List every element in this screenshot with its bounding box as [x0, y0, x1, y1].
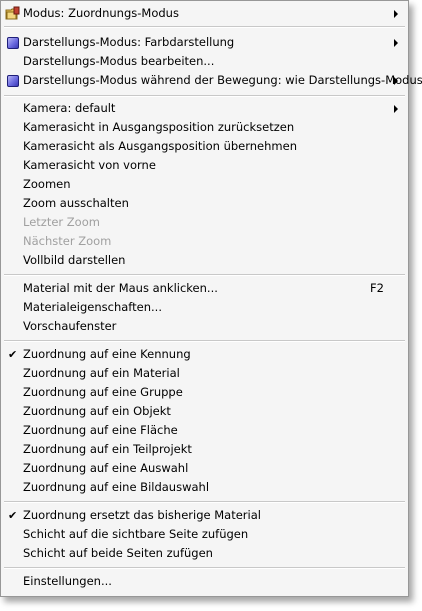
menu-item-kamera[interactable]: Kamera: default [2, 99, 407, 118]
menu-item-label: Schicht auf die sichtbare Seite zufügen [23, 527, 249, 541]
menu-item-label: Zuordnung auf ein Teilprojekt [23, 442, 192, 456]
submenu-arrow-icon [394, 39, 398, 47]
menu-item-zuordnung-kennung[interactable]: ✔ Zuordnung auf eine Kennung [2, 345, 407, 364]
blue-cube-icon [7, 37, 19, 49]
menu-item-label: Darstellungs-Modus: Farbdarstellung [23, 35, 235, 49]
menu-item-label: Darstellungs-Modus bearbeiten... [23, 54, 215, 68]
checkmark-icon: ✔ [8, 348, 18, 361]
menu-item-label: Kamerasicht von vorne [23, 158, 156, 172]
menu-item-zoomen[interactable]: Zoomen [2, 175, 407, 194]
menu-item-modus[interactable]: Modus: Zuordnungs-Modus [2, 4, 407, 23]
shortcut-label: F2 [370, 281, 384, 295]
menu-item-schicht-beide[interactable]: Schicht auf beide Seiten zufügen [2, 544, 407, 563]
menu-item-label: Materialeigenschaften... [23, 300, 162, 314]
menu-item-label: Material mit der Maus anklicken... [23, 281, 218, 295]
menu-item-kamera-uebernehmen[interactable]: Kamerasicht als Ausgangsposition überneh… [2, 137, 407, 156]
menu-item-label: Zuordnung auf ein Material [23, 366, 180, 380]
context-menu: Modus: Zuordnungs-Modus Darstellungs-Mod… [0, 0, 422, 597]
menu-item-schicht-sichtbar[interactable]: Schicht auf die sichtbare Seite zufügen [2, 525, 407, 544]
menu-item-label: Letzter Zoom [23, 215, 100, 229]
submenu-arrow-icon [394, 105, 398, 113]
submenu-arrow-icon [394, 77, 398, 85]
menu-separator [4, 567, 405, 569]
menu-separator [4, 501, 405, 503]
menu-item-zuordnung-auswahl[interactable]: Zuordnung auf eine Auswahl [2, 459, 407, 478]
menu-item-darstellungs-bearbeiten[interactable]: Darstellungs-Modus bearbeiten... [2, 52, 407, 71]
menu-item-label: Zoomen [23, 177, 71, 191]
menu-item-zuordnung-gruppe[interactable]: Zuordnung auf eine Gruppe [2, 383, 407, 402]
menu-item-label: Nächster Zoom [23, 234, 112, 248]
checkmark-icon: ✔ [8, 509, 18, 522]
menu-item-zuordnung-material[interactable]: Zuordnung auf ein Material [2, 364, 407, 383]
submenu-arrow-icon [394, 10, 398, 18]
menu-item-label: Vollbild darstellen [23, 253, 126, 267]
menu-item-ersetzt-material[interactable]: ✔ Zuordnung ersetzt das bisherige Materi… [2, 506, 407, 525]
menu-item-label: Zuordnung auf ein Objekt [23, 404, 171, 418]
menu-item-zuordnung-flaeche[interactable]: Zuordnung auf eine Fläche [2, 421, 407, 440]
menu-separator [4, 95, 405, 97]
menu-separator [4, 274, 405, 276]
menu-item-darstellungs-bewegung[interactable]: Darstellungs-Modus während der Bewegung:… [2, 71, 422, 90]
menu-item-naechster-zoom: Nächster Zoom [2, 232, 407, 251]
menu-item-zuordnung-bildauswahl[interactable]: Zuordnung auf eine Bildauswahl [2, 478, 407, 497]
menu-item-darstellungs-modus[interactable]: Darstellungs-Modus: Farbdarstellung [2, 33, 407, 52]
menu-item-label: Zuordnung auf eine Gruppe [23, 385, 183, 399]
menu-item-label: Einstellungen... [23, 574, 112, 588]
menu-item-kamera-reset[interactable]: Kamerasicht in Ausgangsposition zurückse… [2, 118, 407, 137]
menu-item-vorschaufenster[interactable]: Vorschaufenster [2, 317, 407, 336]
menu-item-label: Zuordnung auf eine Kennung [23, 347, 191, 361]
menu-item-material-maus[interactable]: Material mit der Maus anklicken... F2 [2, 279, 407, 298]
blue-cube-icon [7, 75, 19, 87]
menu-item-label: Kamera: default [23, 101, 116, 115]
menu-item-letzter-zoom: Letzter Zoom [2, 213, 407, 232]
menu-item-label: Vorschaufenster [23, 319, 117, 333]
menu-item-label: Schicht auf beide Seiten zufügen [23, 546, 213, 560]
menu-item-zuordnung-objekt[interactable]: Zuordnung auf ein Objekt [2, 402, 407, 421]
menu-separator [4, 26, 405, 28]
menu-item-label: Zoom ausschalten [23, 196, 129, 210]
menu-item-label: Zuordnung auf eine Bildauswahl [23, 480, 210, 494]
menu-item-zoom-aus[interactable]: Zoom ausschalten [2, 194, 407, 213]
menu-item-label: Zuordnung auf eine Fläche [23, 423, 178, 437]
menu-item-label: Kamerasicht als Ausgangsposition überneh… [23, 139, 297, 153]
menu-item-label: Modus: Zuordnungs-Modus [23, 6, 179, 20]
menu-item-label: Kamerasicht in Ausgangsposition zurückse… [23, 120, 295, 134]
menu-item-zuordnung-teilprojekt[interactable]: Zuordnung auf ein Teilprojekt [2, 440, 407, 459]
menu-item-kamera-vorne[interactable]: Kamerasicht von vorne [2, 156, 407, 175]
menu-item-einstellungen[interactable]: Einstellungen... [2, 572, 407, 591]
menu-item-materialeigenschaften[interactable]: Materialeigenschaften... [2, 298, 407, 317]
menu-item-label: Darstellungs-Modus während der Bewegung:… [23, 73, 422, 87]
menu-item-label: Zuordnung ersetzt das bisherige Material [23, 508, 261, 522]
menu-separator [4, 340, 405, 342]
menu-item-vollbild[interactable]: Vollbild darstellen [2, 251, 407, 270]
menu-item-label: Zuordnung auf eine Auswahl [23, 461, 189, 475]
folder-paint-icon [5, 6, 20, 20]
